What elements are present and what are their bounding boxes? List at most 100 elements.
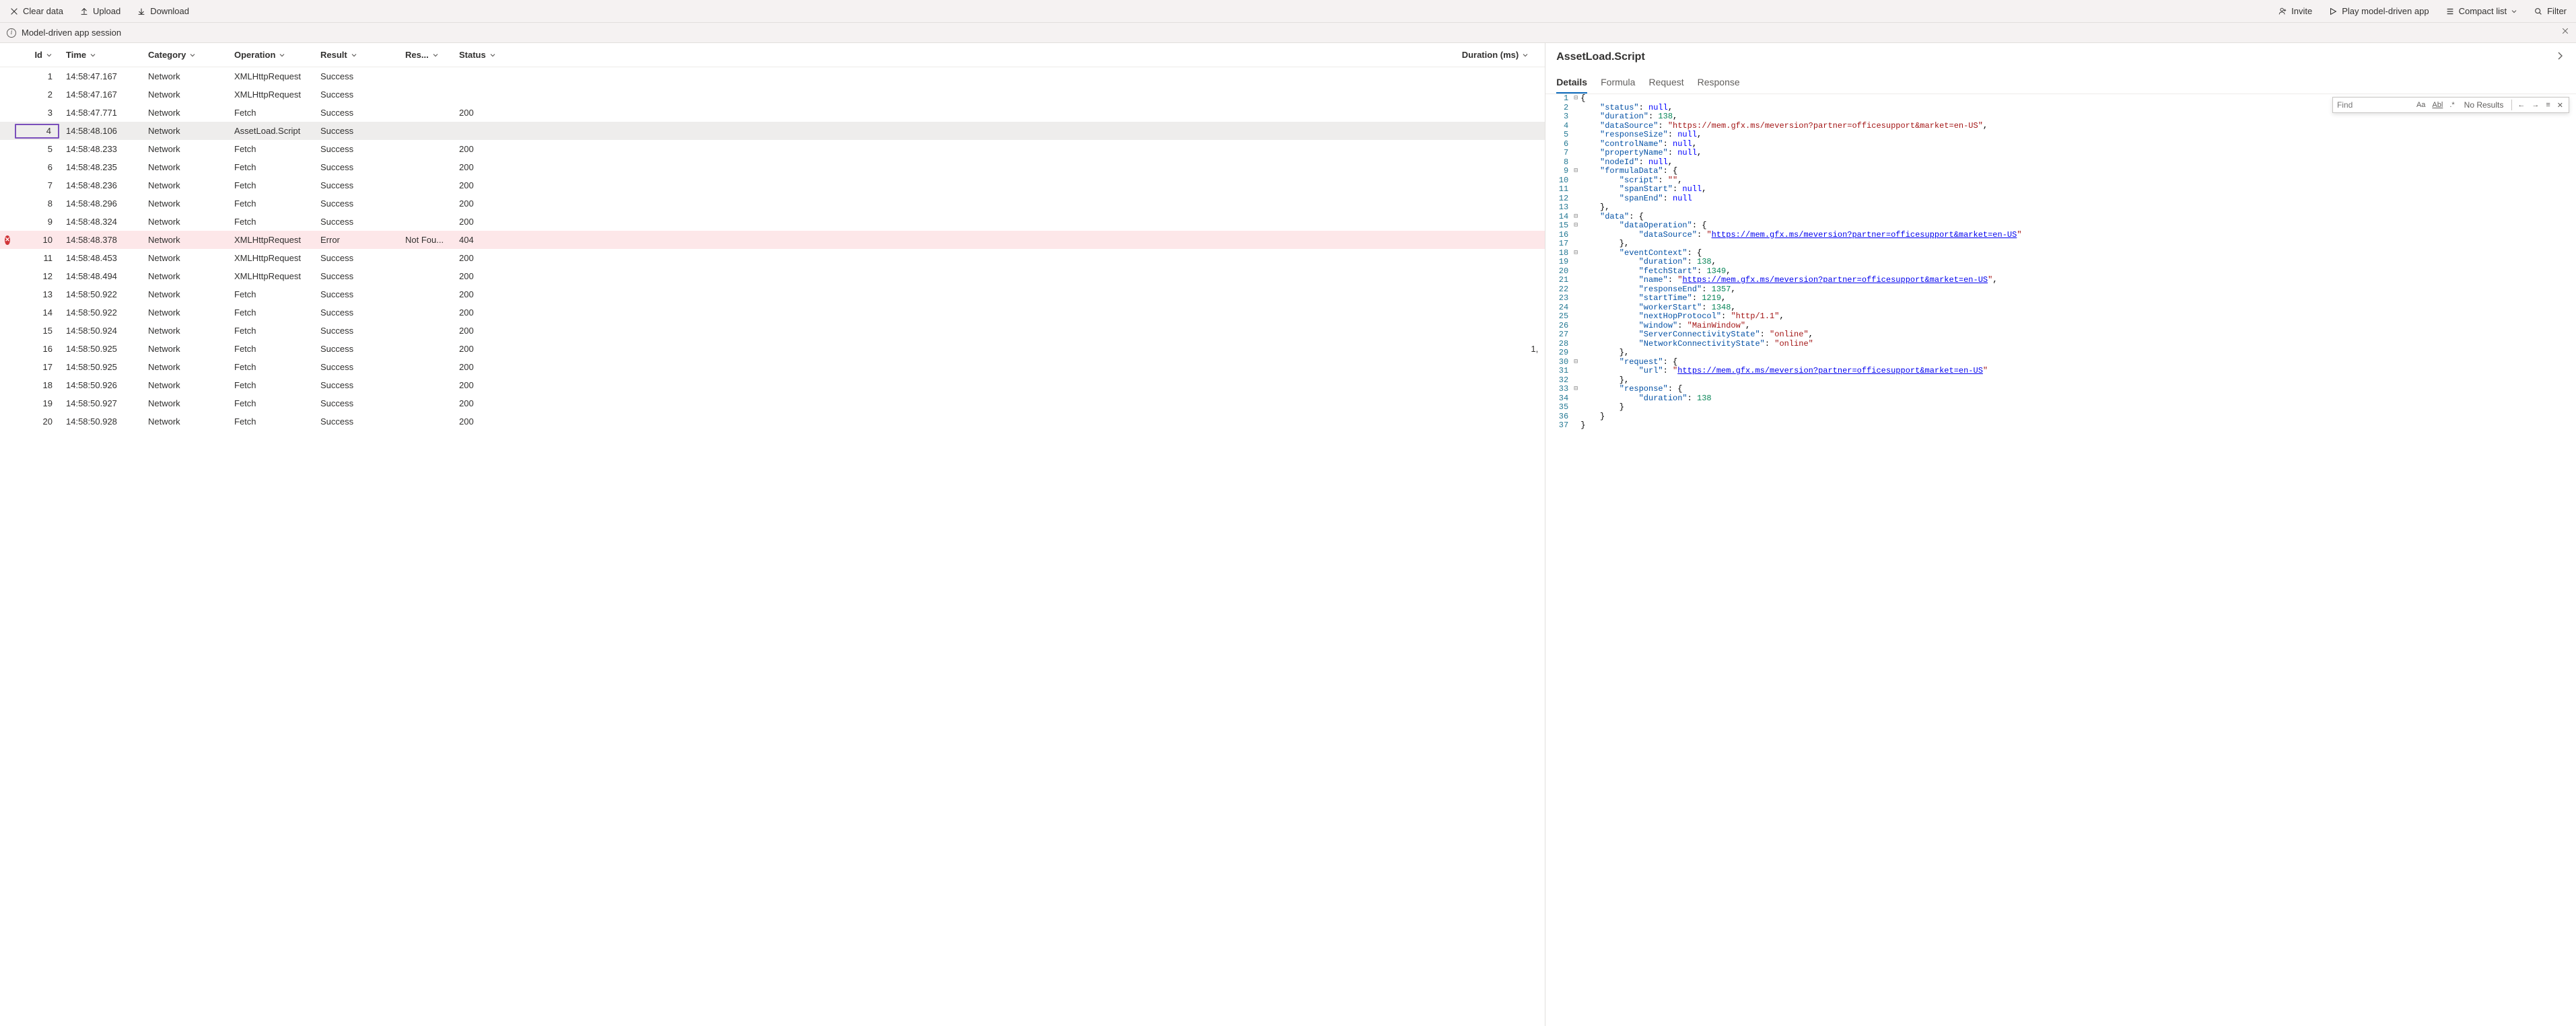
regex-button[interactable]: .* <box>2448 101 2456 109</box>
table-row[interactable]: 2014:58:50.928NetworkFetchSuccess200 <box>0 412 1545 431</box>
json-editor[interactable]: 1234567891011121314151617181920212223242… <box>1545 94 2576 1026</box>
find-in-selection-button[interactable]: ≡ <box>2544 101 2551 109</box>
play-app-button[interactable]: Play model-driven app <box>2326 3 2431 19</box>
cell-duration: 1, <box>522 344 1545 354</box>
cell-id: 10 <box>15 235 59 245</box>
cell-category: Network <box>141 326 228 336</box>
filter-button[interactable]: Filter <box>2531 3 2569 19</box>
table-row[interactable]: 1814:58:50.926NetworkFetchSuccess200 <box>0 376 1545 394</box>
cell-status: 200 <box>452 162 522 172</box>
table-body[interactable]: 114:58:47.167NetworkXMLHttpRequestSucces… <box>0 67 1545 1026</box>
cell-time: 14:58:47.167 <box>59 71 141 81</box>
col-duration[interactable]: Duration (ms) <box>522 50 1535 60</box>
table-row[interactable]: 1314:58:50.922NetworkFetchSuccess200 <box>0 285 1545 303</box>
find-close-button[interactable]: ✕ <box>2556 101 2565 110</box>
compact-list-button[interactable]: Compact list <box>2443 3 2521 19</box>
col-time[interactable]: Time <box>59 50 141 60</box>
table-row[interactable]: ✕1014:58:48.378NetworkXMLHttpRequestErro… <box>0 231 1545 249</box>
list-icon <box>2445 7 2455 16</box>
cell-operation: XMLHttpRequest <box>228 235 314 245</box>
table-row[interactable]: 414:58:48.106NetworkAssetLoad.ScriptSucc… <box>0 122 1545 140</box>
col-category[interactable]: Category <box>141 50 228 60</box>
cell-result: Success <box>314 144 398 154</box>
upload-button[interactable]: Upload <box>77 3 123 19</box>
col-result[interactable]: Result <box>314 50 398 60</box>
fold-toggle[interactable]: ⊟ <box>1571 213 1580 222</box>
table-row[interactable]: 314:58:47.771NetworkFetchSuccess200 <box>0 104 1545 122</box>
table-row[interactable]: 114:58:47.167NetworkXMLHttpRequestSucces… <box>0 67 1545 85</box>
cell-operation: Fetch <box>228 108 314 118</box>
table-row[interactable]: 1214:58:48.494NetworkXMLHttpRequestSucce… <box>0 267 1545 285</box>
match-whole-word-button[interactable]: Abl <box>2431 101 2444 109</box>
fold-toggle[interactable]: ⊟ <box>1571 167 1580 176</box>
tab-response[interactable]: Response <box>1698 71 1740 94</box>
cell-id: 8 <box>15 198 59 209</box>
find-prev-button[interactable]: ← <box>2516 101 2526 109</box>
fold-toggle[interactable]: ⊟ <box>1571 358 1580 367</box>
chevron-down-icon <box>90 52 96 59</box>
table-row[interactable]: 1114:58:48.453NetworkXMLHttpRequestSucce… <box>0 249 1545 267</box>
fold-toggle <box>1571 294 1580 303</box>
table-row[interactable]: 714:58:48.236NetworkFetchSuccess200 <box>0 176 1545 194</box>
table-row[interactable]: 614:58:48.235NetworkFetchSuccess200 <box>0 158 1545 176</box>
cell-id: 12 <box>15 271 59 281</box>
play-icon <box>2328 7 2338 16</box>
fold-toggle[interactable]: ⊟ <box>1571 385 1580 394</box>
find-input[interactable] <box>2337 100 2411 110</box>
table-row[interactable]: 214:58:47.167NetworkXMLHttpRequestSucces… <box>0 85 1545 104</box>
chevron-down-icon <box>2511 8 2517 15</box>
cell-status: 200 <box>452 307 522 318</box>
table-row[interactable]: 514:58:48.233NetworkFetchSuccess200 <box>0 140 1545 158</box>
cell-result: Success <box>314 362 398 372</box>
download-button[interactable]: Download <box>134 3 192 19</box>
fold-toggle <box>1571 112 1580 122</box>
clear-data-button[interactable]: Clear data <box>7 3 66 19</box>
cell-result: Success <box>314 180 398 190</box>
cell-operation: Fetch <box>228 362 314 372</box>
cell-time: 14:58:48.494 <box>59 271 141 281</box>
details-title: AssetLoad.Script <box>1556 51 1645 63</box>
tab-details[interactable]: Details <box>1556 71 1587 94</box>
fold-toggle[interactable]: ⊟ <box>1571 249 1580 258</box>
cell-operation: XMLHttpRequest <box>228 271 314 281</box>
match-case-button[interactable]: Aa <box>2415 101 2427 109</box>
table-row[interactable]: 1414:58:50.922NetworkFetchSuccess200 <box>0 303 1545 322</box>
find-next-button[interactable]: → <box>2530 101 2540 109</box>
table-row[interactable]: 1614:58:50.925NetworkFetchSuccess2001, <box>0 340 1545 358</box>
cell-id: 3 <box>15 108 59 118</box>
table-row[interactable]: 1714:58:50.925NetworkFetchSuccess200 <box>0 358 1545 376</box>
details-tabs: Details Formula Request Response <box>1545 71 2576 94</box>
fold-toggle <box>1571 394 1580 404</box>
cell-status: 200 <box>452 271 522 281</box>
fold-toggle[interactable]: ⊟ <box>1571 221 1580 231</box>
cell-time: 14:58:48.106 <box>59 126 141 136</box>
cell-time: 14:58:50.926 <box>59 380 141 390</box>
col-id[interactable]: Id <box>15 50 59 60</box>
expand-button[interactable] <box>2554 50 2565 65</box>
col-status[interactable]: Status <box>452 50 522 60</box>
tab-formula[interactable]: Formula <box>1601 71 1635 94</box>
cell-id: 15 <box>15 326 59 336</box>
fold-toggle[interactable]: ⊟ <box>1571 94 1580 104</box>
cell-result: Success <box>314 326 398 336</box>
session-close-button[interactable] <box>2561 27 2569 37</box>
col-result-reason[interactable]: Res... <box>398 50 452 60</box>
fold-toggle <box>1571 203 1580 213</box>
fold-toggle <box>1571 421 1580 431</box>
tab-request[interactable]: Request <box>1648 71 1683 94</box>
chevron-down-icon <box>432 52 439 59</box>
download-icon <box>137 7 146 16</box>
cell-operation: Fetch <box>228 344 314 354</box>
col-operation[interactable]: Operation <box>228 50 314 60</box>
table-row[interactable]: 814:58:48.296NetworkFetchSuccess200 <box>0 194 1545 213</box>
table-row[interactable]: 914:58:48.324NetworkFetchSuccess200 <box>0 213 1545 231</box>
fold-toggle <box>1571 176 1580 186</box>
cell-operation: Fetch <box>228 198 314 209</box>
table-row[interactable]: 1914:58:50.927NetworkFetchSuccess200 <box>0 394 1545 412</box>
cell-category: Network <box>141 307 228 318</box>
cell-operation: Fetch <box>228 380 314 390</box>
invite-button[interactable]: Invite <box>2275 3 2315 19</box>
cell-category: Network <box>141 108 228 118</box>
table-row[interactable]: 1514:58:50.924NetworkFetchSuccess200 <box>0 322 1545 340</box>
cell-result: Success <box>314 162 398 172</box>
